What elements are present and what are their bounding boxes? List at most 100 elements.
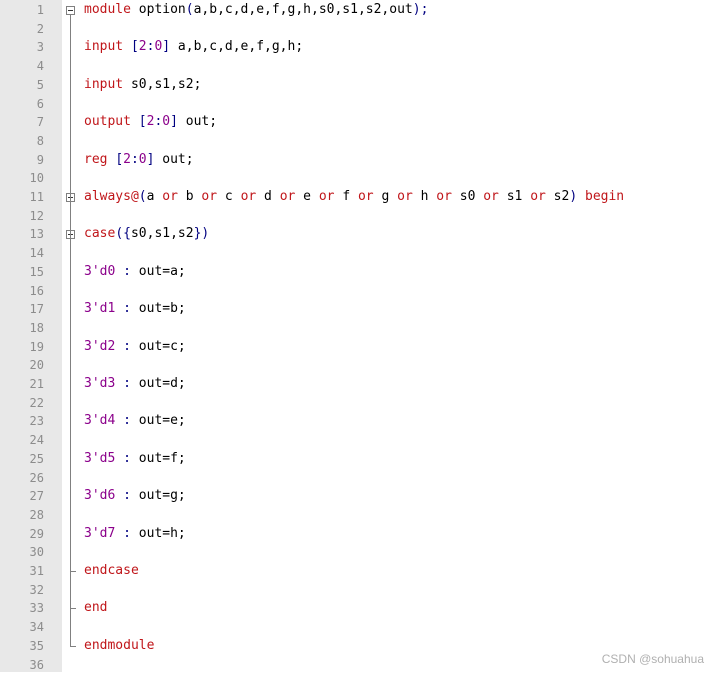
code-token: 0 bbox=[162, 114, 170, 129]
code-line: module option(a,b,c,d,e,f,g,h,s0,s1,s2,o… bbox=[84, 1, 428, 20]
code-token: a,b,c,d,e,f,g,h; bbox=[170, 39, 303, 54]
code-token bbox=[115, 264, 123, 279]
line-number: 11 bbox=[0, 188, 44, 207]
code-line: 3'd4 : out=e; bbox=[84, 412, 186, 431]
watermark: CSDN @sohuahua bbox=[602, 652, 704, 666]
code-token: s1 bbox=[499, 189, 530, 204]
code-token: s2 bbox=[546, 189, 569, 204]
code-token bbox=[123, 39, 131, 54]
code-token: : bbox=[123, 413, 131, 428]
code-token: f bbox=[335, 189, 358, 204]
line-number: 17 bbox=[0, 300, 44, 319]
code-token bbox=[115, 376, 123, 391]
code-token: out=e; bbox=[131, 413, 186, 428]
code-token: ); bbox=[413, 2, 429, 17]
code-token: or bbox=[358, 189, 374, 204]
code-token: ] bbox=[170, 114, 178, 129]
fold-guide-line bbox=[70, 15, 71, 646]
code-token: or bbox=[162, 189, 178, 204]
code-line: reg [2:0] out; bbox=[84, 151, 194, 170]
code-token: 3'd2 bbox=[84, 339, 115, 354]
line-number: 13 bbox=[0, 225, 44, 244]
code-token: out=d; bbox=[131, 376, 186, 391]
code-token: e bbox=[295, 189, 318, 204]
line-number: 21 bbox=[0, 375, 44, 394]
code-token: : bbox=[123, 451, 131, 466]
line-number: 26 bbox=[0, 469, 44, 488]
code-token: case bbox=[84, 226, 115, 241]
code-token: 2 bbox=[139, 39, 147, 54]
line-number: 31 bbox=[0, 562, 44, 581]
line-number: 1 bbox=[0, 1, 44, 20]
code-token: g bbox=[374, 189, 397, 204]
fold-end-marker bbox=[70, 608, 76, 609]
code-token: s0 bbox=[452, 189, 483, 204]
code-line: endmodule bbox=[84, 637, 154, 656]
code-line: 3'd5 : out=f; bbox=[84, 450, 186, 469]
code-token: endcase bbox=[84, 563, 139, 578]
code-token: 3'd4 bbox=[84, 413, 115, 428]
line-number: 36 bbox=[0, 656, 44, 674]
code-token: : bbox=[123, 339, 131, 354]
code-line: 3'd0 : out=a; bbox=[84, 263, 186, 282]
code-token: or bbox=[436, 189, 452, 204]
code-line: endcase bbox=[84, 562, 139, 581]
line-number: 12 bbox=[0, 207, 44, 226]
code-token: ( bbox=[186, 2, 194, 17]
code-line: input s0,s1,s2; bbox=[84, 76, 201, 95]
code-token: [ bbox=[131, 39, 139, 54]
line-number: 15 bbox=[0, 263, 44, 282]
line-number: 27 bbox=[0, 487, 44, 506]
code-token: h bbox=[413, 189, 436, 204]
code-token: or bbox=[280, 189, 296, 204]
line-number: 2 bbox=[0, 20, 44, 39]
code-line: case({s0,s1,s2}) bbox=[84, 225, 209, 244]
code-token: out=f; bbox=[131, 451, 186, 466]
code-token: option bbox=[131, 2, 186, 17]
code-token bbox=[115, 488, 123, 503]
code-token: module bbox=[84, 2, 131, 17]
code-token: }) bbox=[194, 226, 210, 241]
code-token: c bbox=[217, 189, 240, 204]
code-token bbox=[577, 189, 585, 204]
code-token: : bbox=[123, 301, 131, 316]
code-token: 3'd5 bbox=[84, 451, 115, 466]
code-line: 3'd7 : out=h; bbox=[84, 525, 186, 544]
code-token: 3'd0 bbox=[84, 264, 115, 279]
code-token: 3'd3 bbox=[84, 376, 115, 391]
code-line: end bbox=[84, 599, 107, 618]
code-token: end bbox=[84, 600, 107, 615]
line-number: 4 bbox=[0, 57, 44, 76]
code-token: : bbox=[131, 152, 139, 167]
code-token: 2 bbox=[123, 152, 131, 167]
code-token: or bbox=[483, 189, 499, 204]
code-token bbox=[115, 301, 123, 316]
code-token: : bbox=[123, 264, 131, 279]
code-line: output [2:0] out; bbox=[84, 113, 217, 132]
line-number: 32 bbox=[0, 581, 44, 600]
line-number: 5 bbox=[0, 76, 44, 95]
fold-minus-icon[interactable] bbox=[66, 6, 75, 15]
code-token: ({ bbox=[115, 226, 131, 241]
line-number: 19 bbox=[0, 338, 44, 357]
line-number: 35 bbox=[0, 637, 44, 656]
line-number: 7 bbox=[0, 113, 44, 132]
code-token bbox=[115, 339, 123, 354]
code-token: or bbox=[530, 189, 546, 204]
code-token: : bbox=[123, 376, 131, 391]
code-token: 3'd7 bbox=[84, 526, 115, 541]
code-token: or bbox=[201, 189, 217, 204]
code-token: input bbox=[84, 77, 123, 92]
line-number: 9 bbox=[0, 151, 44, 170]
line-number: 16 bbox=[0, 282, 44, 301]
code-token: reg bbox=[84, 152, 107, 167]
line-number: 29 bbox=[0, 525, 44, 544]
code-token: or bbox=[241, 189, 257, 204]
code-token: [ bbox=[115, 152, 123, 167]
code-token bbox=[115, 526, 123, 541]
code-token: always@ bbox=[84, 189, 139, 204]
line-number: 33 bbox=[0, 599, 44, 618]
code-token bbox=[115, 413, 123, 428]
line-number: 22 bbox=[0, 394, 44, 413]
code-token: : bbox=[123, 488, 131, 503]
